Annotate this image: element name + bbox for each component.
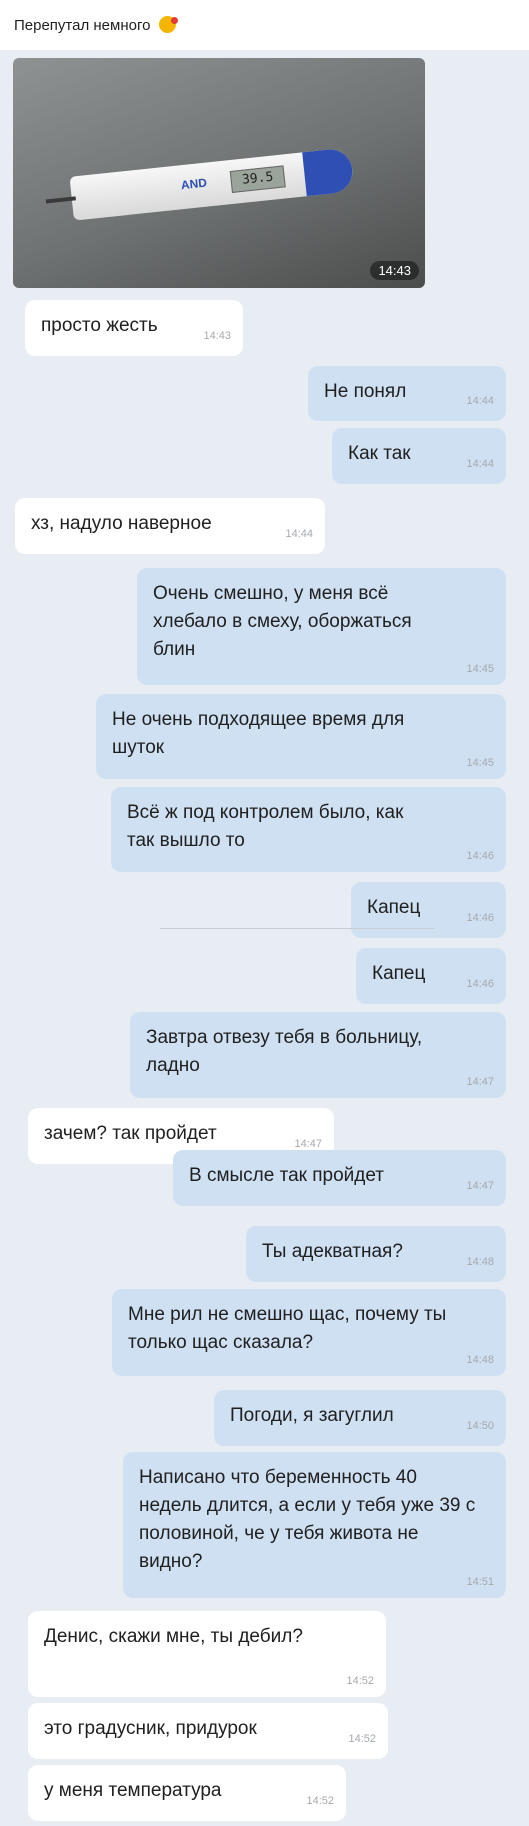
message-bubble-incoming[interactable]: Денис, скажи мне, ты дебил? 14:52 [28, 1611, 386, 1697]
message-bubble-outgoing[interactable]: Очень смешно, у меня всё хлебало в смеху… [137, 568, 506, 685]
message-bubble-outgoing[interactable]: Ты адекватная? 14:48 [246, 1226, 506, 1282]
message-text: Капец [372, 963, 426, 984]
message-text: хз, надуло наверное [31, 513, 212, 534]
post-title-text: Перепутал немного [14, 17, 151, 34]
photo-time: 14:43 [370, 261, 419, 280]
message-text: Ты адекватная? [262, 1241, 403, 1262]
message-bubble-incoming[interactable]: просто жесть 14:43 [25, 300, 243, 356]
message-time: 14:52 [346, 1675, 374, 1687]
message-time: 14:46 [466, 850, 494, 862]
message-bubble-outgoing[interactable]: В смысле так пройдет 14:47 [173, 1150, 506, 1206]
message-text: это градусник, придурок [44, 1718, 257, 1739]
thermometer-cap [302, 147, 355, 197]
post-header: Перепутал немного [0, 0, 529, 50]
message-time: 14:46 [466, 912, 494, 924]
message-time: 14:46 [466, 978, 494, 990]
message-bubble-outgoing[interactable]: Капец 14:46 [351, 882, 506, 938]
thermometer-tip [45, 196, 76, 204]
post-title: Перепутал немного [14, 16, 178, 34]
message-bubble-incoming[interactable]: хз, надуло наверное 14:44 [15, 498, 325, 554]
message-bubble-outgoing[interactable]: Капец 14:46 [356, 948, 506, 1004]
face-emoji-icon [158, 16, 178, 33]
message-text: Мне рил не смешно щас, почему ты только … [128, 1304, 447, 1353]
message-bubble-outgoing[interactable]: Написано что беременность 40 недель длит… [123, 1452, 506, 1598]
thermometer-display: 39.5 [229, 165, 286, 193]
message-bubble-incoming[interactable]: у меня температура 14:52 [28, 1765, 346, 1821]
message-time: 14:47 [466, 1076, 494, 1088]
message-text: Денис, скажи мне, ты дебил? [44, 1626, 303, 1647]
message-time: 14:44 [466, 458, 494, 470]
message-text: Завтра отвезу тебя в больницу, ладно [146, 1027, 423, 1076]
message-bubble-outgoing[interactable]: Как так 14:44 [332, 428, 506, 484]
message-time: 14:44 [466, 395, 494, 407]
message-text: Очень смешно, у меня всё хлебало в смеху… [153, 583, 412, 660]
message-time: 14:51 [466, 1576, 494, 1588]
thermometer-brand: AND [180, 175, 208, 193]
message-text: Как так [348, 443, 411, 464]
message-text: Погоди, я загуглил [230, 1405, 394, 1426]
message-bubble-incoming[interactable]: это градусник, придурок 14:52 [28, 1703, 388, 1759]
message-time: 14:52 [348, 1733, 376, 1745]
message-time: 14:44 [285, 528, 313, 540]
message-text: Капец [367, 897, 421, 918]
message-bubble-outgoing[interactable]: Не очень подходящее время для шуток 14:4… [96, 694, 506, 779]
message-text: Всё ж под контролем было, как так вышло … [127, 802, 404, 851]
message-bubble-outgoing[interactable]: Всё ж под контролем было, как так вышло … [111, 787, 506, 872]
message-time: 14:50 [466, 1420, 494, 1432]
message-text: Не очень подходящее время для шуток [112, 709, 405, 758]
photo-message[interactable]: AND 39.5 14:43 [13, 58, 425, 288]
message-time: 14:45 [466, 663, 494, 675]
message-time: 14:52 [306, 1795, 334, 1807]
message-text: зачем? так пройдет [44, 1123, 217, 1144]
message-bubble-outgoing[interactable]: Не понял 14:44 [308, 366, 506, 421]
message-time: 14:43 [203, 330, 231, 342]
message-time: 14:45 [466, 757, 494, 769]
message-text: у меня температура [44, 1780, 222, 1801]
message-text: просто жесть [41, 315, 158, 336]
unread-divider [160, 928, 434, 929]
thermometer-image: AND 39.5 [45, 147, 355, 221]
message-time: 14:48 [466, 1256, 494, 1268]
message-text: Написано что беременность 40 недель длит… [139, 1467, 476, 1572]
message-time: 14:47 [466, 1180, 494, 1192]
message-time: 14:47 [294, 1138, 322, 1150]
message-time: 14:48 [466, 1354, 494, 1366]
message-bubble-outgoing[interactable]: Мне рил не смешно щас, почему ты только … [112, 1289, 506, 1376]
message-text: Не понял [324, 381, 407, 402]
message-bubble-outgoing[interactable]: Завтра отвезу тебя в больницу, ладно 14:… [130, 1012, 506, 1098]
message-bubble-outgoing[interactable]: Погоди, я загуглил 14:50 [214, 1390, 506, 1446]
message-text: В смысле так пройдет [189, 1165, 385, 1186]
